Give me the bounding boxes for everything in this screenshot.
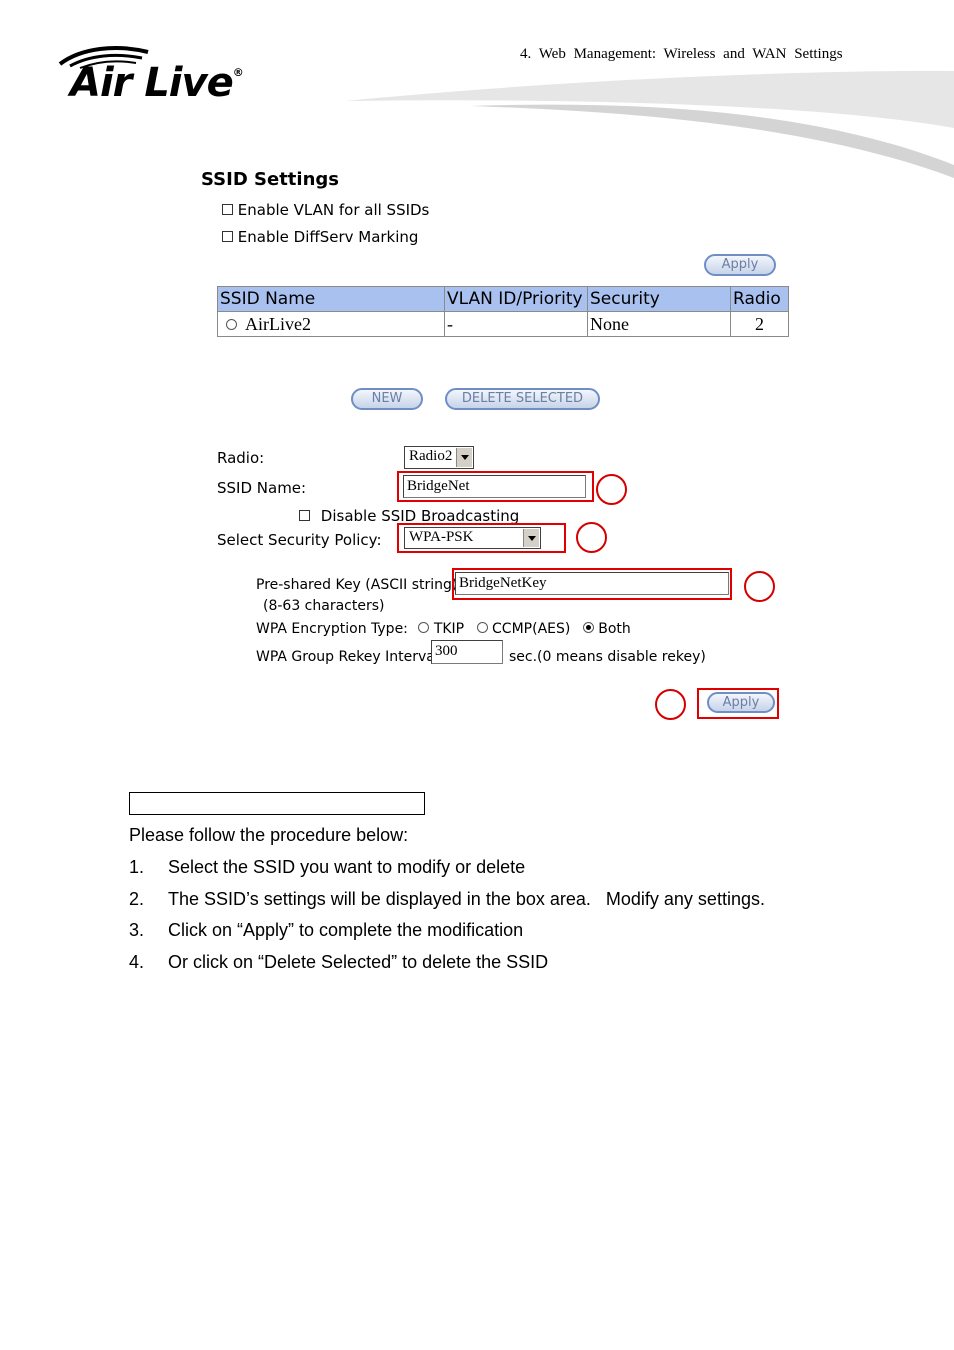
callout-circle-1 <box>596 474 627 505</box>
table-row[interactable]: AirLive2 - None 2 <box>217 311 789 337</box>
ssid-apply-button[interactable]: Apply <box>704 254 776 276</box>
blank-caption-box <box>129 792 425 815</box>
row-security: None <box>587 311 731 337</box>
psk-hint: (8-63 characters) <box>263 598 385 614</box>
step-text: The SSID’s settings will be displayed in… <box>168 889 765 909</box>
wpa-encryption-row: WPA Encryption Type: TKIP CCMP(AES) Both <box>256 621 631 637</box>
col-vlan: VLAN ID/Priority <box>444 286 588 312</box>
disable-broadcast-checkbox[interactable] <box>299 510 310 521</box>
col-security: Security <box>587 286 731 312</box>
enable-diffserv-label: Enable DiffServ Marking <box>237 228 419 246</box>
row-name-text: AirLive2 <box>245 313 311 334</box>
list-item: 2. The SSID’s settings will be displayed … <box>129 889 765 910</box>
enable-diffserv-option[interactable]: Enable DiffServ Marking <box>222 228 418 246</box>
procedure-intro: Please follow the procedure below: <box>129 825 409 845</box>
enable-vlan-checkbox[interactable] <box>222 204 233 215</box>
ccmp-label: CCMP(AES) <box>492 621 571 637</box>
radio-select-value: Radio2 <box>409 448 453 464</box>
list-item: 1. Select the SSID you want to modify or … <box>129 857 525 878</box>
chapter-heading: 4. Web Management: Wireless and WAN Sett… <box>520 46 843 62</box>
psk-label: Pre-shared Key (ASCII string): <box>256 577 463 593</box>
delete-selected-button[interactable]: DELETE SELECTED <box>445 388 600 410</box>
enable-diffserv-checkbox[interactable] <box>222 231 233 242</box>
row-select-radio[interactable] <box>226 318 237 330</box>
step-text: Or click on “Delete Selected” to delete … <box>168 952 549 972</box>
callout-circle-2 <box>576 522 607 553</box>
row-vlan: - <box>444 311 588 337</box>
security-policy-label: Select Security Policy: <box>217 531 382 549</box>
new-button[interactable]: NEW <box>351 388 423 410</box>
list-item: 4. Or click on “Delete Selected” to delet… <box>129 952 548 973</box>
both-label: Both <box>598 621 631 637</box>
tkip-radio[interactable] <box>418 622 430 633</box>
row-ssid-name[interactable]: AirLive2 <box>217 311 445 337</box>
radio-select[interactable]: Radio2 <box>404 446 474 469</box>
step-number: 3. <box>129 920 145 940</box>
highlight-box-security-policy <box>397 523 566 553</box>
ssid-table: SSID Name VLAN ID/Priority Security Radi… <box>217 286 789 337</box>
rekey-suffix: sec.(0 means disable rekey) <box>509 649 706 665</box>
ccmp-radio[interactable] <box>476 622 488 633</box>
step-number: 2. <box>129 889 145 909</box>
col-ssid-name: SSID Name <box>217 286 445 312</box>
highlight-box-apply <box>697 688 779 719</box>
enable-vlan-label: Enable VLAN for all SSIDs <box>237 201 430 219</box>
highlight-box-psk <box>452 568 732 600</box>
tkip-label: TKIP <box>433 621 465 637</box>
col-radio: Radio <box>730 286 789 312</box>
highlight-box-ssid-name <box>397 471 594 502</box>
step-text: Click on “Apply” to complete the modific… <box>168 920 524 940</box>
step-number: 4. <box>129 952 145 972</box>
callout-circle-4 <box>655 689 686 720</box>
logo: Air Live® <box>70 60 244 106</box>
row-radio: 2 <box>730 311 789 337</box>
step-text: Select the SSID you want to modify or de… <box>168 857 526 877</box>
chevron-down-icon[interactable] <box>456 448 472 467</box>
both-radio[interactable] <box>582 622 594 633</box>
rekey-label: WPA Group Rekey Interval: <box>256 649 444 665</box>
radio-label: Radio: <box>217 449 265 467</box>
wpa-enc-label: WPA Encryption Type: <box>256 621 408 637</box>
ssid-settings-title: SSID Settings <box>201 169 339 190</box>
ssid-name-label: SSID Name: <box>217 479 307 497</box>
ssid-table-header: SSID Name VLAN ID/Priority Security Radi… <box>217 286 789 312</box>
callout-circle-3 <box>744 571 775 602</box>
step-number: 1. <box>129 857 145 877</box>
rekey-input[interactable]: 300 <box>431 640 503 664</box>
enable-vlan-option[interactable]: Enable VLAN for all SSIDs <box>222 201 429 219</box>
list-item: 3. Click on “Apply” to complete the modif… <box>129 920 523 941</box>
